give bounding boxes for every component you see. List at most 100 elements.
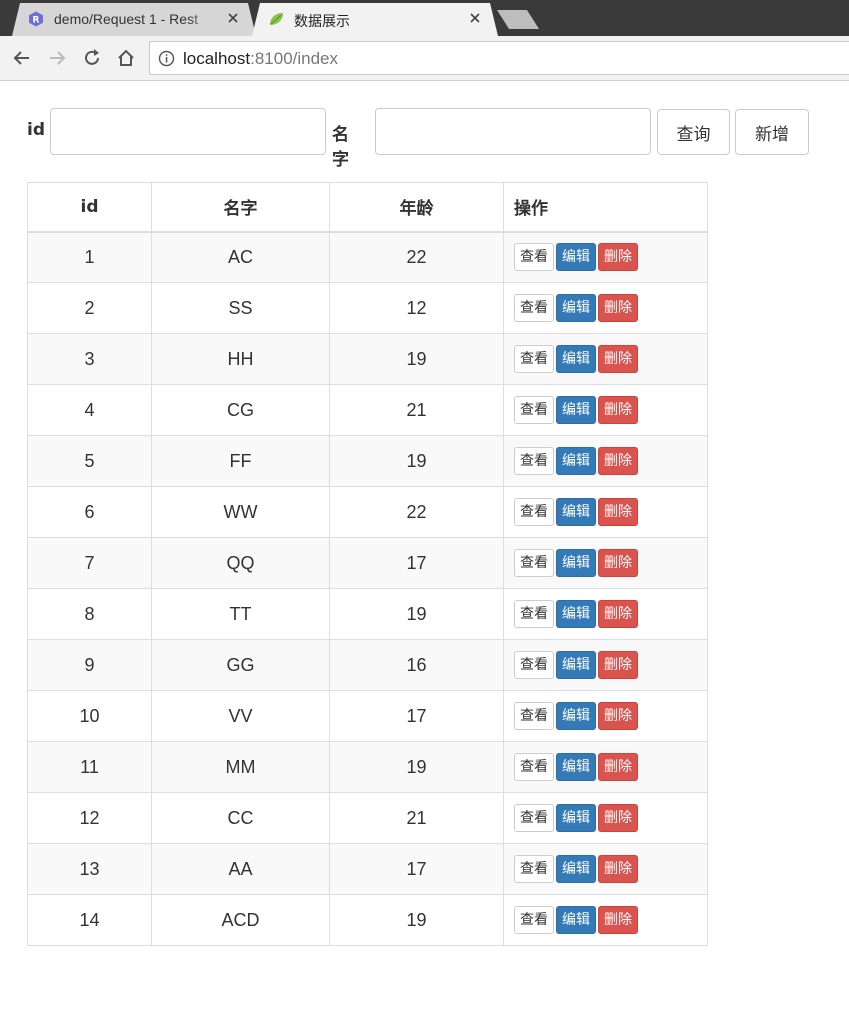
- view-button[interactable]: 查看: [514, 243, 554, 272]
- table-header-row: id 名字 年龄 操作: [27, 182, 708, 233]
- column-header-name[interactable]: 名字: [151, 182, 330, 233]
- cell-age: 17: [329, 690, 504, 742]
- cell-age: 22: [329, 231, 504, 283]
- cell-name: CC: [151, 792, 330, 844]
- view-button[interactable]: 查看: [514, 396, 554, 424]
- back-arrow-icon[interactable]: [12, 48, 32, 68]
- table-row: 2 SS 12 查看 编辑 删除: [27, 282, 708, 334]
- delete-button[interactable]: 删除: [598, 549, 638, 577]
- delete-button[interactable]: 删除: [598, 498, 638, 526]
- edit-button[interactable]: 编辑: [556, 549, 596, 577]
- delete-button[interactable]: 删除: [598, 804, 638, 832]
- tab-rest-client[interactable]: R demo/Request 1 - Rest: [12, 3, 256, 36]
- browser-toolbar: localhost:8100/index: [0, 36, 849, 81]
- view-button[interactable]: 查看: [514, 804, 554, 832]
- view-button[interactable]: 查看: [514, 345, 554, 373]
- view-button[interactable]: 查看: [514, 294, 554, 322]
- view-button[interactable]: 查看: [514, 702, 554, 730]
- name-label: 名字: [332, 125, 349, 170]
- cell-actions: 查看 编辑 删除: [503, 741, 708, 793]
- edit-button[interactable]: 编辑: [556, 243, 596, 272]
- delete-button[interactable]: 删除: [598, 702, 638, 730]
- delete-button[interactable]: 删除: [598, 906, 638, 934]
- delete-button[interactable]: 删除: [598, 855, 638, 883]
- cell-actions: 查看 编辑 删除: [503, 333, 708, 385]
- add-button[interactable]: 新增: [735, 109, 809, 155]
- delete-button[interactable]: 删除: [598, 600, 638, 628]
- edit-button[interactable]: 编辑: [556, 600, 596, 628]
- edit-button[interactable]: 编辑: [556, 804, 596, 832]
- cell-name: QQ: [151, 537, 330, 589]
- delete-button[interactable]: 删除: [598, 396, 638, 424]
- tab-data-display[interactable]: 数据展示: [252, 3, 498, 36]
- new-tab-button[interactable]: [497, 10, 539, 29]
- close-icon[interactable]: [468, 11, 482, 25]
- edit-button[interactable]: 编辑: [556, 498, 596, 526]
- view-button[interactable]: 查看: [514, 651, 554, 679]
- home-icon[interactable]: [116, 48, 136, 68]
- cell-name: ACD: [151, 894, 330, 946]
- view-button[interactable]: 查看: [514, 600, 554, 628]
- view-button[interactable]: 查看: [514, 447, 554, 475]
- view-button[interactable]: 查看: [514, 549, 554, 577]
- cell-actions: 查看 编辑 删除: [503, 384, 708, 436]
- edit-button[interactable]: 编辑: [556, 702, 596, 730]
- view-button[interactable]: 查看: [514, 753, 554, 781]
- delete-button[interactable]: 删除: [598, 294, 638, 322]
- edit-button[interactable]: 编辑: [556, 651, 596, 679]
- cell-age: 19: [329, 333, 504, 385]
- cell-id: 7: [27, 537, 152, 589]
- cell-name: VV: [151, 690, 330, 742]
- cell-id: 8: [27, 588, 152, 640]
- tab-title: demo/Request 1 - Rest: [54, 11, 198, 27]
- cell-actions: 查看 编辑 删除: [503, 639, 708, 691]
- cell-actions: 查看 编辑 删除: [503, 690, 708, 742]
- view-button[interactable]: 查看: [514, 906, 554, 934]
- edit-button[interactable]: 编辑: [556, 906, 596, 934]
- edit-button[interactable]: 编辑: [556, 753, 596, 781]
- reload-icon[interactable]: [82, 48, 102, 68]
- edit-button[interactable]: 编辑: [556, 396, 596, 424]
- query-button[interactable]: 查询: [657, 109, 730, 155]
- view-button[interactable]: 查看: [514, 498, 554, 526]
- cell-age: 16: [329, 639, 504, 691]
- cell-name: HH: [151, 333, 330, 385]
- table-row: 13 AA 17 查看 编辑 删除: [27, 843, 708, 895]
- cell-age: 17: [329, 537, 504, 589]
- cell-actions: 查看 编辑 删除: [503, 486, 708, 538]
- column-header-id[interactable]: id: [27, 182, 152, 233]
- cell-actions: 查看 编辑 删除: [503, 231, 708, 283]
- delete-button[interactable]: 删除: [598, 753, 638, 781]
- address-bar[interactable]: localhost:8100/index: [149, 41, 849, 75]
- table-row: 7 QQ 17 查看 编辑 删除: [27, 537, 708, 589]
- view-button[interactable]: 查看: [514, 855, 554, 883]
- edit-button[interactable]: 编辑: [556, 345, 596, 373]
- url-text: localhost:8100/index: [183, 49, 339, 68]
- svg-text:R: R: [33, 16, 40, 26]
- forward-arrow-icon[interactable]: [47, 48, 67, 68]
- id-input[interactable]: [50, 108, 326, 155]
- info-icon[interactable]: [158, 50, 175, 67]
- cell-actions: 查看 编辑 删除: [503, 537, 708, 589]
- cell-actions: 查看 编辑 删除: [503, 282, 708, 334]
- column-header-age[interactable]: 年龄: [329, 182, 504, 233]
- cell-name: MM: [151, 741, 330, 793]
- cell-id: 11: [27, 741, 152, 793]
- edit-button[interactable]: 编辑: [556, 294, 596, 322]
- cell-id: 1: [27, 231, 152, 283]
- delete-button[interactable]: 删除: [598, 345, 638, 373]
- name-input[interactable]: [375, 108, 651, 155]
- edit-button[interactable]: 编辑: [556, 855, 596, 883]
- delete-button[interactable]: 删除: [598, 243, 638, 272]
- cell-id: 2: [27, 282, 152, 334]
- close-icon[interactable]: [226, 11, 240, 25]
- cell-age: 12: [329, 282, 504, 334]
- cell-name: TT: [151, 588, 330, 640]
- cell-age: 21: [329, 792, 504, 844]
- delete-button[interactable]: 删除: [598, 447, 638, 475]
- cell-id: 6: [27, 486, 152, 538]
- edit-button[interactable]: 编辑: [556, 447, 596, 475]
- cell-age: 21: [329, 384, 504, 436]
- table-row: 3 HH 19 查看 编辑 删除: [27, 333, 708, 385]
- delete-button[interactable]: 删除: [598, 651, 638, 679]
